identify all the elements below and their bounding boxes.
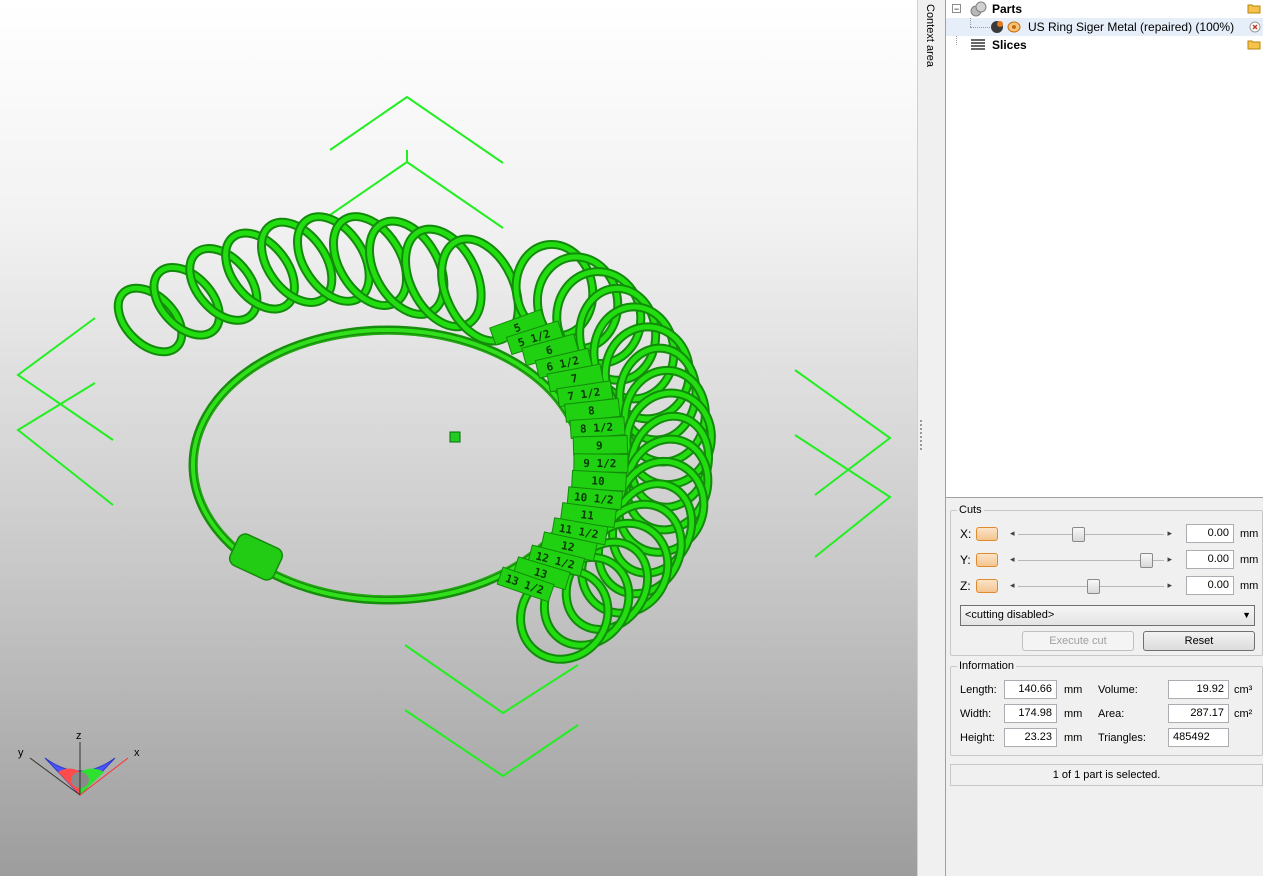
cut-y-unit: mm	[1240, 554, 1259, 566]
object-tree[interactable]: − Parts US Ring Siger Metal (repaired) (…	[946, 0, 1263, 498]
arrow-right-icon[interactable]: ▸	[1167, 580, 1172, 591]
axis-x-label: x	[134, 747, 140, 759]
arrow-left-icon[interactable]: ◂	[1010, 528, 1015, 539]
cut-x-toggle-button[interactable]	[976, 527, 998, 541]
arrow-left-icon[interactable]: ◂	[1010, 580, 1015, 591]
size-label: 8 1/2	[580, 421, 614, 436]
3d-viewport[interactable]: 55 1/2 6 6 1/2 7 7 1/2 8 8 1/2 9 9 1/2 10 10 1/2 11…	[0, 0, 917, 876]
slices-icon	[971, 39, 985, 50]
cut-y-toggle-button[interactable]	[976, 553, 998, 567]
chevron-down-icon: ▼	[1242, 610, 1251, 620]
tree-item-slices[interactable]: Slices	[946, 36, 1263, 54]
width-unit: mm	[1064, 708, 1083, 720]
arrow-left-icon[interactable]: ◂	[1010, 554, 1015, 565]
cut-y-label: Y:	[960, 553, 971, 567]
triangles-label: Triangles:	[1098, 732, 1146, 744]
volume-label: Volume:	[1098, 684, 1138, 696]
parts-label: Parts	[992, 2, 1023, 16]
cut-y-slider[interactable]: ◂ ▸	[1006, 552, 1176, 569]
arrow-right-icon[interactable]: ▸	[1167, 528, 1172, 539]
volume-value: 19.92	[1168, 680, 1229, 699]
width-value: 174.98	[1004, 704, 1057, 723]
size-label: 9 1/2	[583, 457, 616, 470]
cut-z-slider[interactable]: ◂ ▸	[1006, 578, 1176, 595]
axis-orientation-gizmo: z y x	[18, 730, 140, 796]
height-unit: mm	[1064, 732, 1083, 744]
cut-x-label: X:	[960, 527, 972, 541]
folder-open-icon[interactable]	[1247, 3, 1261, 14]
size-label: 9	[596, 439, 603, 452]
cut-x-slider[interactable]: ◂ ▸	[1006, 526, 1176, 543]
volume-unit: cm³	[1234, 684, 1253, 696]
slider-thumb[interactable]	[1140, 553, 1153, 568]
information-title: Information	[957, 660, 1017, 672]
cut-x-unit: mm	[1240, 528, 1259, 540]
triangles-value: 485492	[1168, 728, 1229, 747]
size-label: 12	[560, 539, 576, 554]
axis-z-label: z	[76, 730, 82, 742]
arrow-right-icon[interactable]: ▸	[1167, 554, 1172, 565]
cut-mode-value: <cutting disabled>	[965, 609, 1055, 621]
slices-label: Slices	[992, 38, 1027, 52]
visibility-eye-icon[interactable]	[1007, 20, 1021, 34]
model-scene[interactable]: 55 1/266 1/277 1/288 1/299 1/21010 1/211…	[0, 0, 917, 876]
cut-z-input[interactable]: 0.00	[1186, 576, 1234, 595]
context-area-label: Context area	[924, 4, 936, 67]
remove-part-icon[interactable]	[1249, 21, 1261, 33]
part-type-icon	[991, 21, 1003, 33]
execute-cut-button[interactable]: Execute cut	[1022, 631, 1134, 651]
folder-open-icon[interactable]	[1247, 39, 1261, 50]
size-label: 8	[587, 404, 595, 418]
cut-y-input[interactable]: 0.00	[1186, 550, 1234, 569]
slider-thumb[interactable]	[1072, 527, 1085, 542]
cut-z-unit: mm	[1240, 580, 1259, 592]
model-center-marker	[449, 431, 461, 443]
axis-y-label: y	[18, 747, 24, 759]
context-area-strip[interactable]: Context area	[917, 0, 946, 876]
size-label: 10	[591, 474, 605, 488]
width-label: Width:	[960, 708, 992, 720]
length-label: Length:	[960, 684, 997, 696]
cut-x-input[interactable]: 0.00	[1186, 524, 1234, 543]
cut-z-toggle-button[interactable]	[976, 579, 998, 593]
collapse-icon[interactable]: −	[952, 4, 961, 14]
selection-status: 1 of 1 part is selected.	[950, 764, 1263, 786]
tree-item-parts[interactable]: − Parts	[946, 0, 1263, 18]
part-name: US Ring Siger Metal (repaired) (100%)	[1028, 20, 1235, 34]
area-value: 287.17	[1168, 704, 1229, 723]
cuts-title: Cuts	[957, 504, 984, 516]
length-unit: mm	[1064, 684, 1083, 696]
cut-z-label: Z:	[960, 579, 971, 593]
splitter-grip[interactable]	[920, 420, 925, 450]
size-label: 11	[580, 508, 595, 523]
tree-item-part[interactable]: US Ring Siger Metal (repaired) (100%)	[946, 18, 1263, 36]
area-label: Area:	[1098, 708, 1125, 720]
height-value: 23.23	[1004, 728, 1057, 747]
length-value: 140.66	[1004, 680, 1057, 699]
slider-thumb[interactable]	[1087, 579, 1100, 594]
height-label: Height:	[960, 732, 995, 744]
reset-button[interactable]: Reset	[1143, 631, 1255, 651]
parts-icon	[970, 1, 987, 17]
cut-mode-select[interactable]: <cutting disabled> ▼	[960, 605, 1255, 626]
area-unit: cm²	[1234, 708, 1253, 720]
